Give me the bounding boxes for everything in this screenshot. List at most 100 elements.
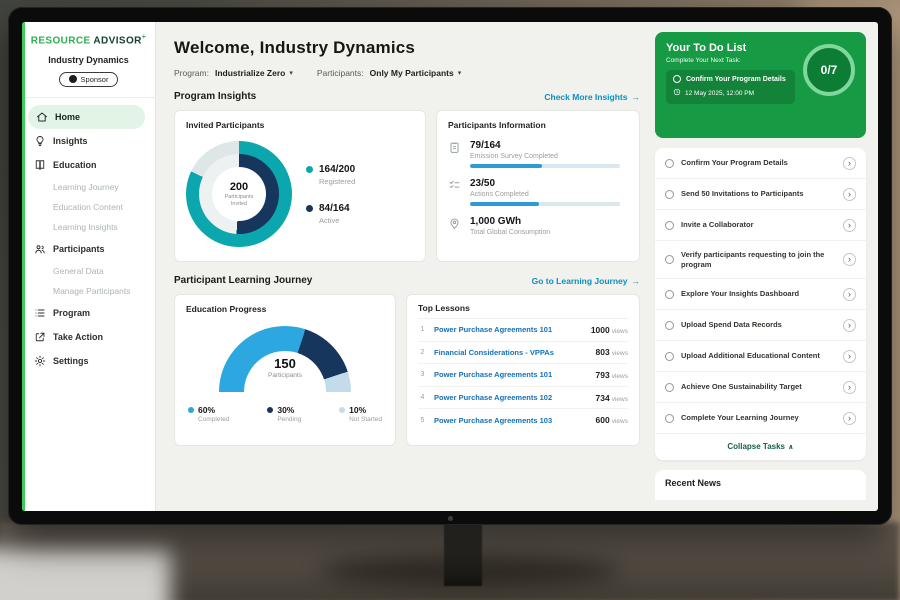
todo-title: Your To Do List: [666, 42, 795, 54]
progress-fill: [470, 164, 542, 168]
task-row[interactable]: Explore Your Insights Dashboard ›: [655, 279, 866, 310]
stat-value: 23/50: [470, 178, 620, 189]
task-checkbox[interactable]: [665, 159, 674, 168]
program-select[interactable]: Industrialize Zero ▾: [215, 68, 293, 78]
page-title: Welcome, Industry Dynamics: [174, 38, 640, 58]
lesson-link[interactable]: Financial Considerations - VPPAs: [434, 348, 589, 357]
lightbulb-icon: [34, 135, 46, 147]
lesson-row: 3 Power Purchase Agreements 101 793views: [418, 364, 628, 387]
participants-select[interactable]: Only My Participants ▾: [370, 68, 462, 78]
legend-item-completed: 60% Completed: [188, 405, 229, 423]
task-checkbox[interactable]: [665, 190, 674, 199]
stat-value: 79/164: [470, 140, 620, 151]
chevron-right-icon[interactable]: ›: [843, 219, 856, 232]
legend-value: 84/164: [319, 203, 350, 214]
stat-actions-completed: 23/50 Actions Completed: [448, 178, 628, 206]
sidebar-item-label: Learning Journey: [53, 182, 119, 192]
chevron-right-icon[interactable]: ›: [843, 412, 856, 425]
lesson-link[interactable]: Power Purchase Agreements 103: [434, 416, 589, 425]
sidebar-item-label: Settings: [53, 356, 89, 366]
chevron-right-icon[interactable]: ›: [843, 288, 856, 301]
task-row[interactable]: Complete Your Learning Journey ›: [655, 403, 866, 434]
task-checkbox[interactable]: [665, 221, 674, 230]
chevron-glyph: ›: [848, 159, 851, 168]
sidebar-item-education-content[interactable]: Education Content: [22, 197, 155, 217]
legend-value: 60%: [198, 405, 229, 415]
chevron-glyph: ›: [848, 290, 851, 299]
task-checkbox[interactable]: [665, 290, 674, 299]
lesson-link[interactable]: Power Purchase Agreements 101: [434, 325, 584, 334]
education-progress-card: Education Progress 150 Participants: [174, 294, 396, 446]
lesson-row: 1 Power Purchase Agreements 101 1000view…: [418, 319, 628, 342]
sidebar-item-home[interactable]: Home: [28, 105, 145, 129]
task-row[interactable]: Upload Spend Data Records ›: [655, 310, 866, 341]
sidebar-item-settings[interactable]: Settings: [22, 349, 155, 373]
chevron-right-icon[interactable]: ›: [843, 157, 856, 170]
completed-dot-icon: [188, 407, 194, 413]
chevron-glyph: ›: [848, 352, 851, 361]
sponsor-badge[interactable]: Sponsor: [59, 72, 119, 87]
filter-bar: Program: Industrialize Zero ▾ Participan…: [174, 68, 640, 78]
next-task-due: 12 May 2025, 12:00 PM: [673, 88, 788, 98]
task-row[interactable]: Send 50 Invitations to Participants ›: [655, 179, 866, 210]
lesson-link[interactable]: Power Purchase Agreements 101: [434, 370, 589, 379]
list-icon: [34, 307, 46, 319]
task-checkbox[interactable]: [665, 352, 674, 361]
program-insights-cards: Invited Participants 200 Participants In…: [174, 110, 640, 262]
chevron-glyph: ›: [848, 321, 851, 330]
task-row[interactable]: Verify participants requesting to join t…: [655, 241, 866, 279]
invited-legend: 164/200 Registered 84/164 Active: [306, 164, 355, 225]
next-task-box[interactable]: Confirm Your Program Details 12 May 2025…: [666, 70, 795, 104]
donut-center-value: 200: [230, 181, 248, 193]
app-logo: RESOURCE ADVISOR+: [22, 32, 155, 55]
go-to-learning-journey-link[interactable]: Go to Learning Journey →: [532, 276, 640, 286]
gauge-center-label: Participants: [219, 372, 351, 379]
task-checkbox[interactable]: [665, 255, 674, 264]
sidebar-item-label: Education Content: [53, 202, 123, 212]
sidebar-item-learning-journey[interactable]: Learning Journey: [22, 177, 155, 197]
task-checkbox[interactable]: [665, 383, 674, 392]
desk-highlight: [0, 548, 170, 600]
stat-emission-survey: 79/164 Emission Survey Completed: [448, 140, 628, 168]
monitor-bezel: RESOURCE ADVISOR+ Industry Dynamics Spon…: [8, 7, 892, 525]
sidebar-item-education[interactable]: Education: [22, 153, 155, 177]
stat-value: 1,000 GWh: [470, 216, 550, 227]
collapse-tasks-button[interactable]: Collapse Tasks∧: [655, 434, 866, 460]
lesson-link[interactable]: Power Purchase Agreements 102: [434, 393, 589, 402]
book-icon: [34, 159, 46, 171]
arrow-right-icon: →: [632, 92, 641, 102]
chevron-glyph: ›: [848, 414, 851, 423]
sidebar-item-label: General Data: [53, 266, 104, 276]
card-title: Participants Information: [448, 120, 628, 130]
lesson-rank: 3: [418, 371, 427, 378]
sidebar-item-take-action[interactable]: Take Action: [22, 325, 155, 349]
task-checkbox[interactable]: [665, 414, 674, 423]
chevron-right-icon[interactable]: ›: [843, 188, 856, 201]
learning-journey-header: Participant Learning Journey Go to Learn…: [174, 275, 640, 286]
legend-value: 164/200: [319, 164, 355, 175]
collapse-label: Collapse Tasks: [727, 442, 785, 451]
sidebar-item-insights[interactable]: Insights: [22, 129, 155, 153]
sidebar-item-learning-insights[interactable]: Learning Insights: [22, 217, 155, 237]
lesson-rank: 4: [418, 394, 427, 401]
todo-subtitle: Complete Your Next Task:: [666, 57, 795, 64]
task-row[interactable]: Upload Additional Educational Content ›: [655, 341, 866, 372]
chevron-right-icon[interactable]: ›: [843, 319, 856, 332]
task-label: Send 50 Invitations to Participants: [681, 189, 836, 199]
card-title: Invited Participants: [186, 120, 414, 130]
chevron-right-icon[interactable]: ›: [843, 253, 856, 266]
sidebar-item-general-data[interactable]: General Data: [22, 261, 155, 281]
sidebar-item-participants[interactable]: Participants: [22, 237, 155, 261]
org-block: Industry Dynamics Sponsor: [22, 55, 155, 98]
chevron-right-icon[interactable]: ›: [843, 381, 856, 394]
check-more-insights-link[interactable]: Check More Insights →: [544, 92, 640, 102]
task-checkbox[interactable]: [665, 321, 674, 330]
task-row[interactable]: Confirm Your Program Details ›: [655, 148, 866, 179]
sidebar-item-program[interactable]: Program: [22, 301, 155, 325]
task-row[interactable]: Invite a Collaborator ›: [655, 210, 866, 241]
sidebar-item-label: Learning Insights: [53, 222, 118, 232]
sidebar-item-manage-participants[interactable]: Manage Participants: [22, 281, 155, 301]
next-task-checkbox[interactable]: [673, 75, 681, 83]
task-row[interactable]: Achieve One Sustainability Target ›: [655, 372, 866, 403]
chevron-right-icon[interactable]: ›: [843, 350, 856, 363]
